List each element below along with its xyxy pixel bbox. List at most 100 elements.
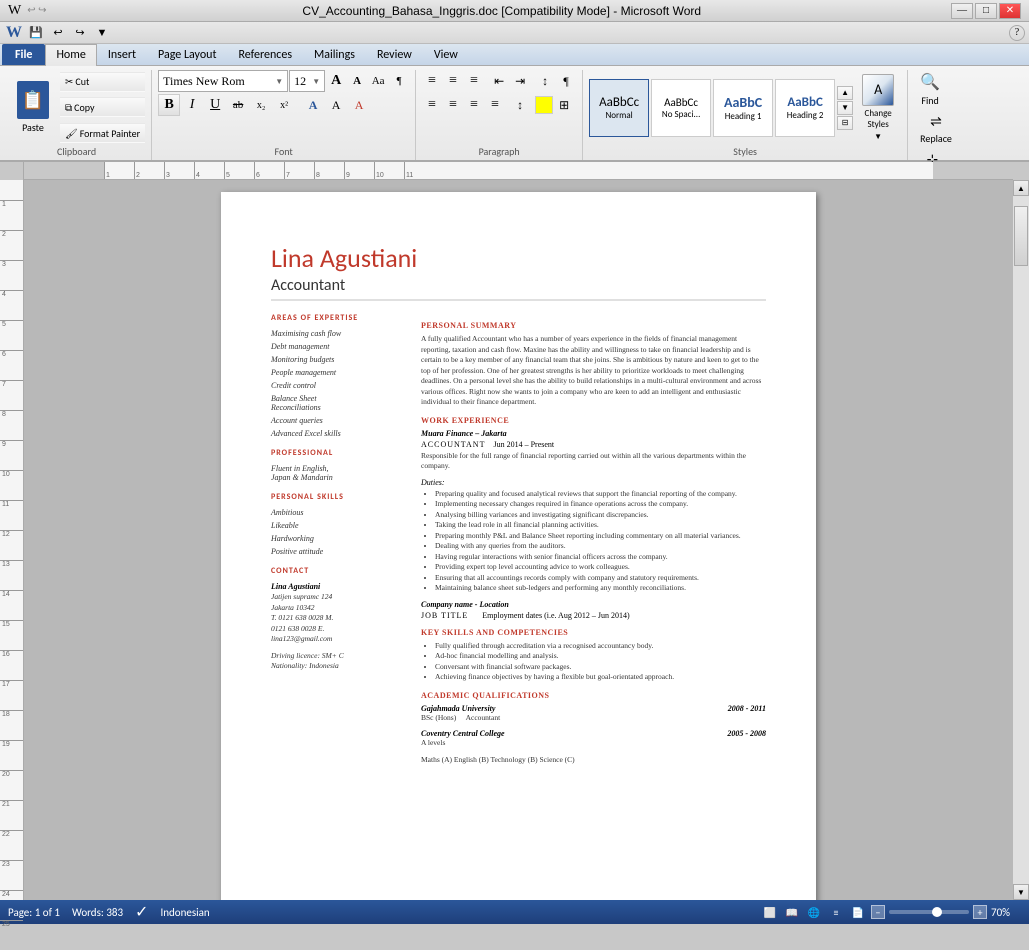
underline-button[interactable]: U [204, 94, 226, 116]
key-skills-title: KEY SKILLS AND COMPETENCIES [421, 628, 766, 637]
styles-scroll-up[interactable]: ▲ [837, 86, 853, 100]
expertise-item-8: Advanced Excel skills [271, 429, 401, 438]
zoom-handle[interactable] [932, 907, 942, 917]
decrease-indent-button[interactable]: ⇤ [489, 71, 509, 91]
styles-group: AaBbCc Normal AaBbCc No Spaci... AaBbC H… [583, 70, 908, 160]
align-left-button[interactable]: ≡ [422, 95, 442, 115]
draft-view[interactable]: 📄 [849, 904, 867, 920]
cut-button[interactable]: ✂ Cut [60, 72, 145, 92]
tab-pagelayout[interactable]: Page Layout [147, 44, 227, 65]
save-quick-button[interactable]: 💾 [26, 24, 46, 42]
institution-2: Coventry Central College [421, 729, 505, 738]
skill-4: Achieving finance objectives by having a… [435, 672, 766, 683]
show-marks-button[interactable]: ¶ [556, 71, 576, 91]
align-center-button[interactable]: ≡ [443, 95, 463, 115]
expertise-item-6: Balance SheetReconciliations [271, 394, 401, 412]
copy-button[interactable]: ⧉ Copy [60, 97, 145, 117]
tab-file[interactable]: File [2, 44, 45, 65]
scroll-down-button[interactable]: ▼ [1013, 884, 1029, 900]
expertise-item-7: Account queries [271, 416, 401, 425]
maximize-button[interactable]: □ [975, 3, 997, 19]
superscript-button[interactable]: x² [273, 94, 295, 116]
bold-button[interactable]: B [158, 94, 180, 116]
tab-mailings[interactable]: Mailings [303, 44, 366, 65]
work-company2-block: Company name - Location JOB TITLE Employ… [421, 600, 766, 620]
full-reading-view[interactable]: 📖 [783, 904, 801, 920]
zoom-track[interactable] [889, 910, 969, 914]
document-page[interactable]: Lina Agustiani Accountant AREAS OF EXPER… [221, 192, 816, 900]
shading-button[interactable] [535, 96, 553, 114]
line-spacing-button[interactable]: ↕ [510, 95, 530, 115]
text-effects-button[interactable]: A [302, 94, 324, 116]
status-bar: Page: 1 of 1 Words: 383 ✓ Indonesian ⬜ 📖… [0, 900, 1029, 924]
style-heading2[interactable]: AaBbC Heading 2 [775, 79, 835, 137]
font-shrink-button[interactable]: A [347, 71, 367, 91]
styles-expand[interactable]: ⊟ [837, 116, 853, 130]
skill-3: Conversant with financial software packa… [435, 662, 766, 673]
zoom-percentage: 70% [991, 906, 1021, 919]
increase-indent-button[interactable]: ⇥ [510, 71, 530, 91]
tab-review[interactable]: Review [366, 44, 423, 65]
styles-scroll-down[interactable]: ▼ [837, 101, 853, 115]
style-heading1[interactable]: AaBbC Heading 1 [713, 79, 773, 137]
strikethrough-button[interactable]: ab [227, 94, 249, 116]
font-grow-button[interactable]: A [326, 71, 346, 91]
italic-button[interactable]: I [181, 94, 203, 116]
find-button[interactable]: 🔍 Find [914, 70, 946, 109]
paste-button[interactable]: 📋 Paste [8, 70, 58, 145]
numbering-button[interactable]: ≡ [443, 71, 463, 91]
scroll-up-button[interactable]: ▲ [1013, 180, 1029, 196]
font-color-button[interactable]: A [348, 94, 370, 116]
style-nospace[interactable]: AaBbCc No Spaci... [651, 79, 711, 137]
skills-item-2: Likeable [271, 521, 401, 530]
bullets-button[interactable]: ≡ [422, 71, 442, 91]
highlight-button[interactable]: A [325, 94, 347, 116]
scrollbar-thumb[interactable] [1014, 206, 1028, 266]
professional-item-1: Fluent in English,Japan & Mandarin [271, 464, 401, 482]
justify-button[interactable]: ≡ [485, 95, 505, 115]
quick-dropdown[interactable]: ▼ [92, 24, 112, 42]
zoom-plus-button[interactable]: + [973, 905, 987, 919]
tab-view[interactable]: View [423, 44, 469, 65]
close-button[interactable]: ✕ [999, 3, 1021, 19]
multilevel-button[interactable]: ≡ [464, 71, 484, 91]
minimize-button[interactable]: — [951, 3, 973, 19]
font-name-dropdown[interactable]: Times New Rom ▼ [158, 70, 288, 92]
personal-summary-text: A fully qualified Accountant who has a n… [421, 334, 766, 408]
replace-button[interactable]: ⇌ Replace [914, 111, 958, 147]
duty-9: Ensuring that all accountings records co… [435, 573, 766, 584]
content-area[interactable]: Lina Agustiani Accountant AREAS OF EXPER… [24, 180, 1013, 900]
tab-home[interactable]: Home [45, 44, 96, 66]
tab-references[interactable]: References [227, 44, 303, 65]
duty-4: Taking the lead role in all financial pl… [435, 520, 766, 531]
document-job-title: Accountant [271, 276, 766, 301]
clear-format-button[interactable]: ¶ [389, 71, 409, 91]
help-button[interactable]: ? [1009, 25, 1025, 41]
web-layout-view[interactable]: 🌐 [805, 904, 823, 920]
style-normal[interactable]: AaBbCc Normal [589, 79, 649, 137]
title-bar-text: CV_Accounting_Bahasa_Inggris.doc [Compat… [52, 4, 951, 18]
scrollbar-track[interactable] [1013, 196, 1029, 884]
print-layout-view[interactable]: ⬜ [761, 904, 779, 920]
format-painter-button[interactable]: 🖌 Format Painter [60, 123, 145, 143]
duty-5: Preparing monthly P&L and Balance Sheet … [435, 531, 766, 542]
undo-button[interactable]: ↩ [48, 24, 68, 42]
tab-insert[interactable]: Insert [97, 44, 147, 65]
expertise-item-3: Monitoring budgets [271, 355, 401, 364]
change-case-button[interactable]: Aа [368, 71, 388, 91]
title-bar-controls: — □ ✕ [951, 3, 1021, 19]
contact-address: Jatijen supramc 124Jakarta 10342T. 0121 … [271, 592, 401, 645]
work-title2: JOB TITLE Employment dates (i.e. Aug 201… [421, 611, 766, 620]
duty-10: Maintaining balance sheet sub-ledgers an… [435, 583, 766, 594]
outline-view[interactable]: ≡ [827, 904, 845, 920]
sort-button[interactable]: ↕ [535, 71, 555, 91]
borders-button[interactable]: ⊞ [554, 95, 574, 115]
align-right-button[interactable]: ≡ [464, 95, 484, 115]
academic-title: ACADEMIC QUALIFICATIONS [421, 691, 766, 700]
work-dates: Jun 2014 – Present [493, 440, 554, 449]
redo-button[interactable]: ↪ [70, 24, 90, 42]
change-styles-button[interactable]: A Change Styles ▼ [855, 71, 901, 145]
zoom-minus-button[interactable]: − [871, 905, 885, 919]
font-size-dropdown[interactable]: 12 ▼ [289, 70, 325, 92]
subscript-button[interactable]: x₂ [250, 94, 272, 116]
